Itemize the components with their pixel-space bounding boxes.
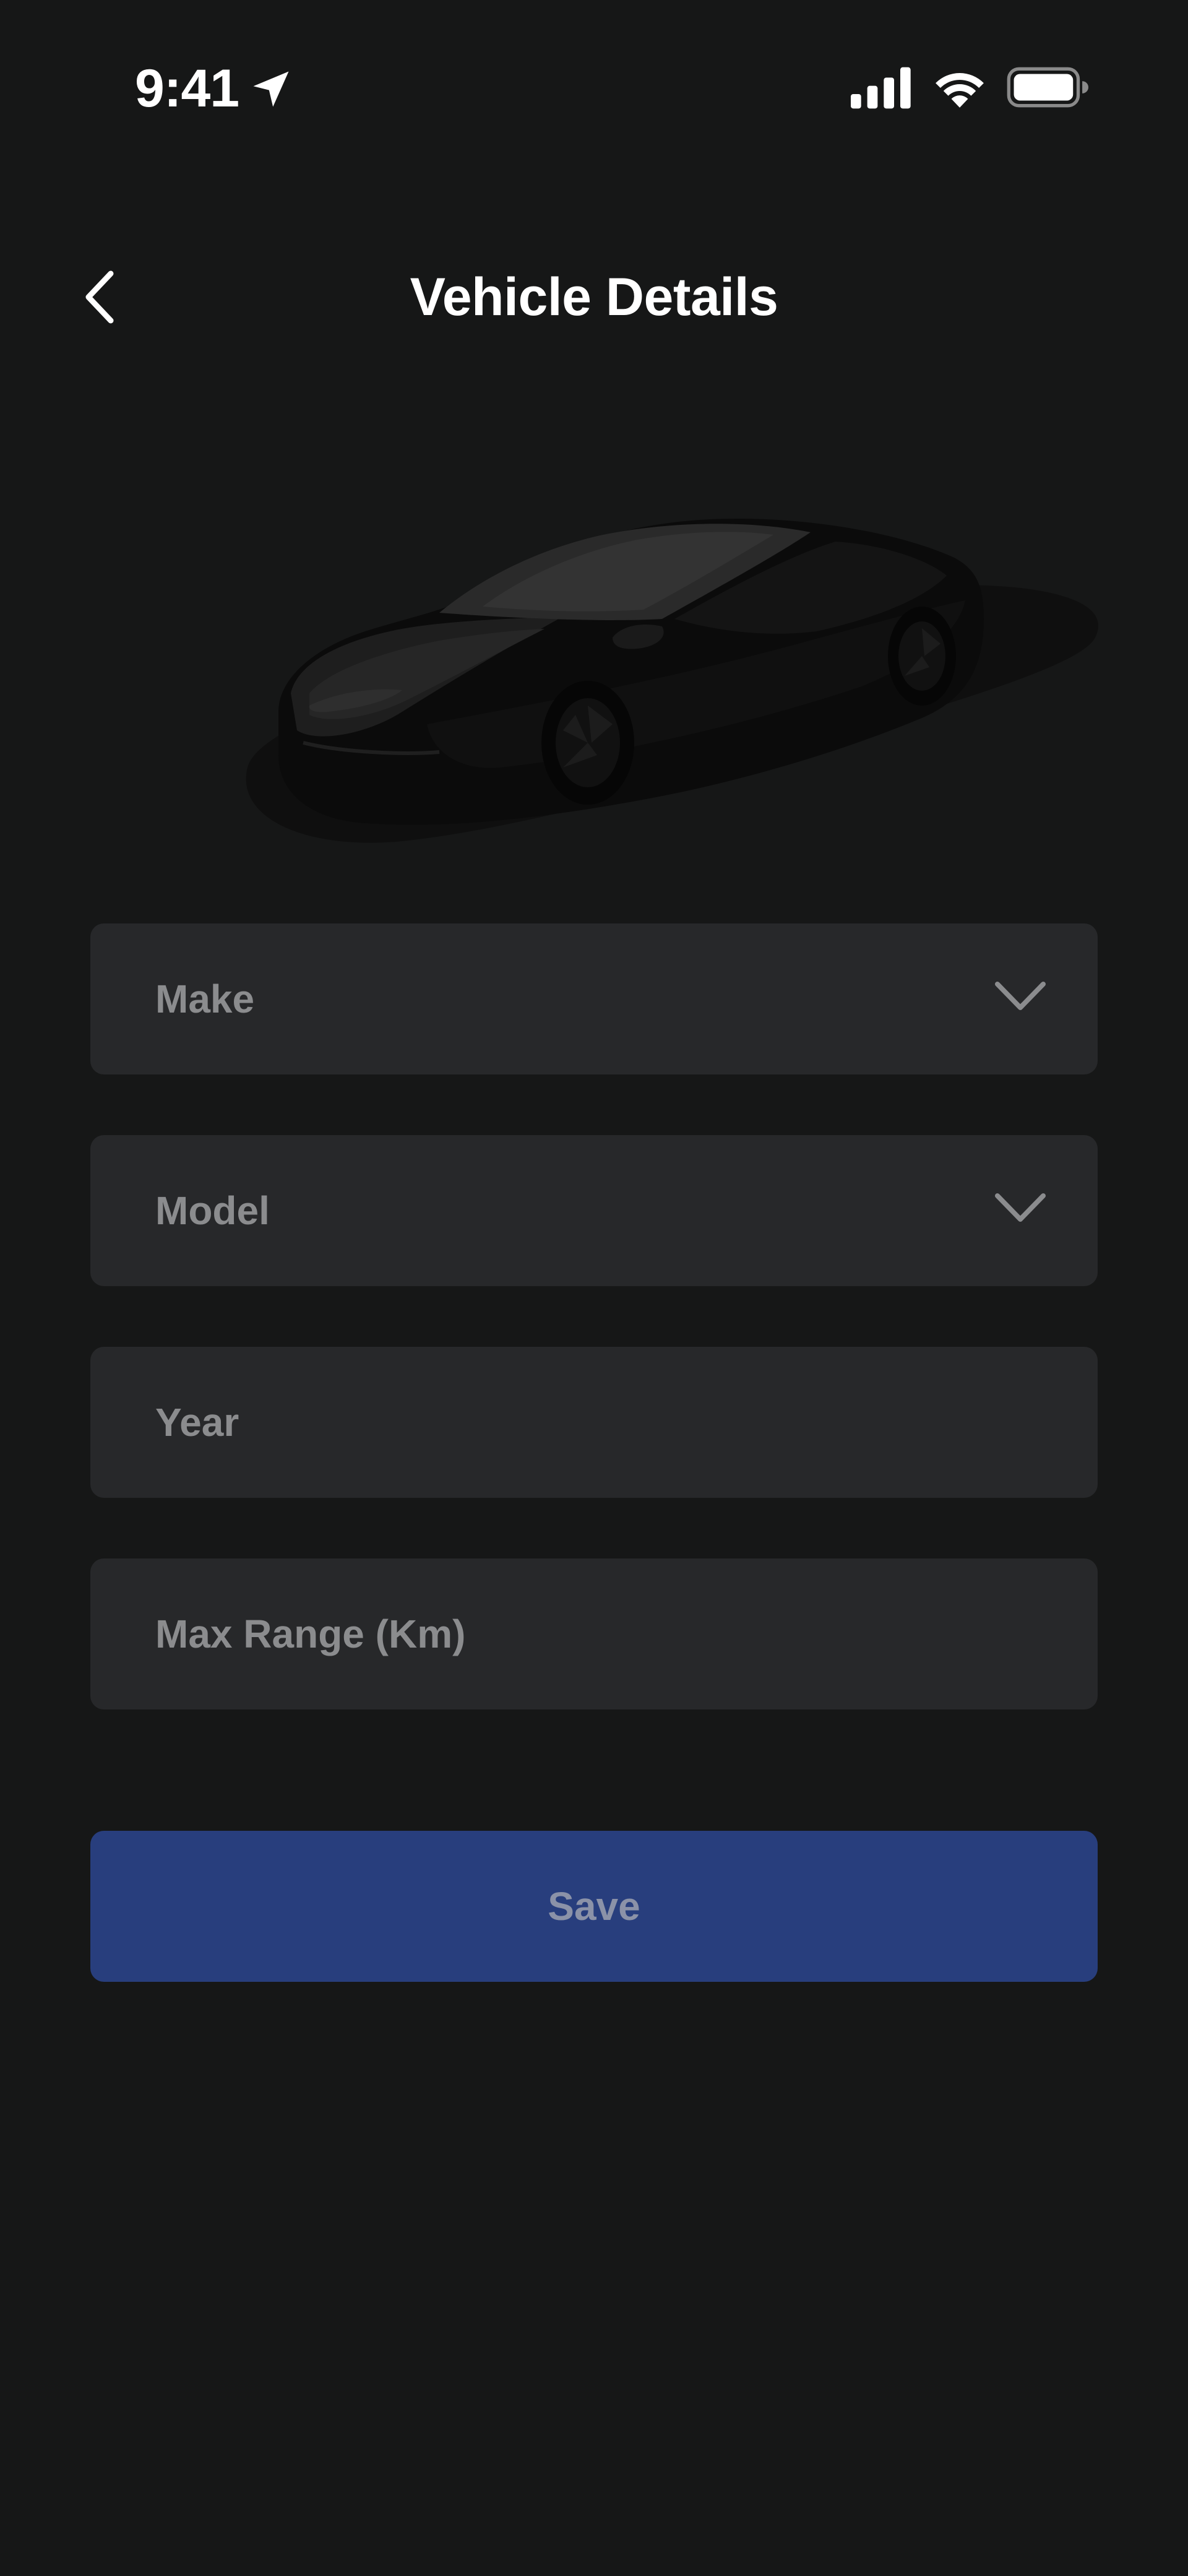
- chevron-down-icon: [995, 982, 1046, 1010]
- location-arrow-icon: [253, 71, 289, 107]
- cellular-signal-icon: [851, 67, 911, 109]
- make-select[interactable]: Make: [90, 923, 1098, 1074]
- max-range-field[interactable]: [90, 1558, 1098, 1709]
- battery-icon: [1007, 67, 1088, 108]
- back-button[interactable]: [68, 260, 130, 334]
- car-illustration: [246, 519, 1098, 843]
- page-title: Vehicle Details: [410, 267, 778, 327]
- chevron-down-icon: [995, 1193, 1046, 1222]
- model-select[interactable]: Model: [90, 1135, 1098, 1286]
- status-time: 9:41: [135, 59, 239, 118]
- chevron-left-icon: [85, 270, 114, 324]
- wifi-icon: [936, 73, 984, 108]
- vehicle-details-screen: 9:41 Vehicle Details Make Model Year Max…: [0, 0, 1188, 2576]
- make-label: Make: [155, 977, 255, 1021]
- model-label: Model: [155, 1188, 270, 1233]
- max-range-input[interactable]: [155, 1558, 1098, 1709]
- year-input[interactable]: [155, 1347, 1098, 1498]
- save-button[interactable]: Save: [90, 1831, 1098, 1982]
- year-field[interactable]: [90, 1347, 1098, 1498]
